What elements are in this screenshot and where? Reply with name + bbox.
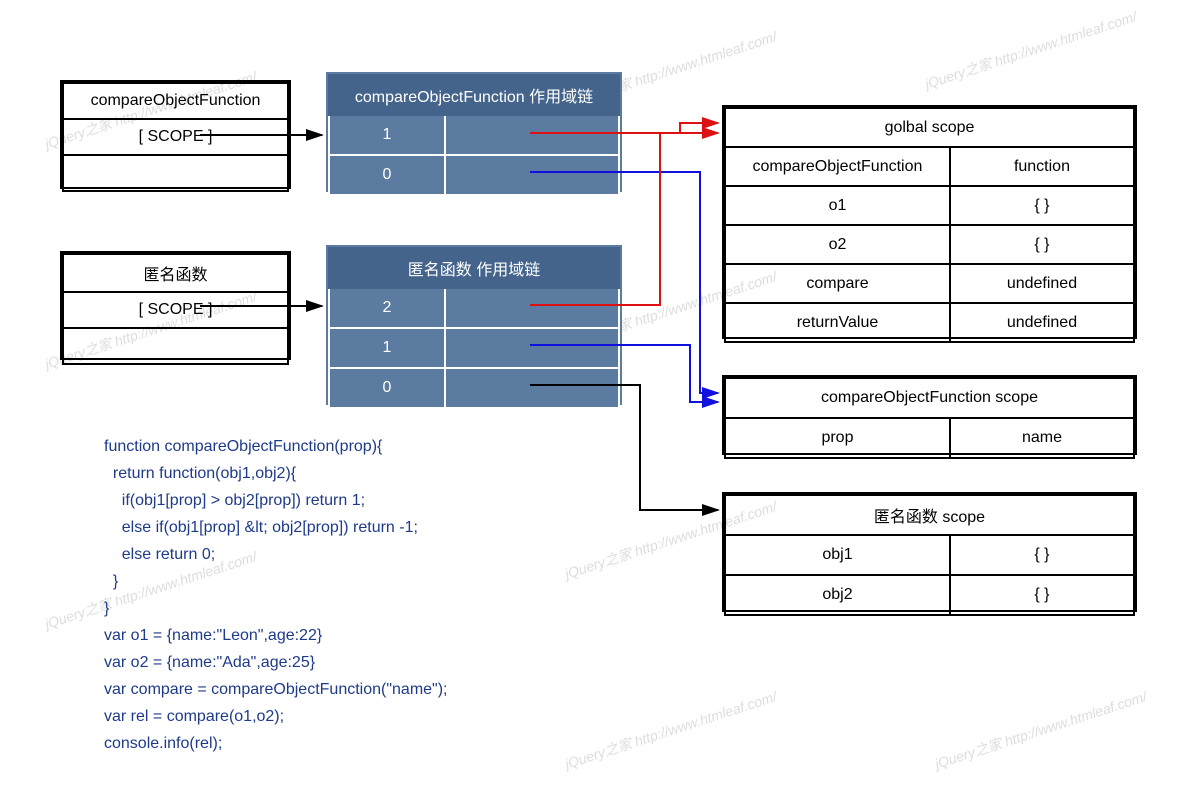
table-cell: obj1	[725, 535, 950, 575]
chain-ref	[445, 288, 619, 328]
chain-ref	[445, 328, 619, 368]
scope-chain-header: 匿名函数 作用域链	[329, 248, 619, 288]
table-cell: o2	[725, 225, 950, 264]
table-cell: { }	[950, 225, 1134, 264]
table-cell: function	[950, 147, 1134, 186]
table-cell: returnValue	[725, 303, 950, 342]
table-header: golbal scope	[725, 108, 1134, 147]
watermark: jQuery之家 http://www.htmleaf.com/	[922, 6, 1139, 94]
scope-label: [ SCOPE ]	[63, 119, 288, 155]
empty-cell	[63, 328, 288, 364]
table-cell: { }	[950, 535, 1134, 575]
chain-ref	[445, 368, 619, 408]
global-scope-table: golbal scope compareObjectFunctionfuncti…	[722, 105, 1137, 339]
chain-index: 1	[329, 328, 445, 368]
scope-chain-2: 匿名函数 作用域链 2 1 0	[326, 245, 622, 405]
empty-cell	[63, 155, 288, 191]
anon-scope-table: 匿名函数 scope obj1{ } obj2{ }	[722, 492, 1137, 612]
scope-chain-header: compareObjectFunction 作用域链	[329, 75, 619, 115]
table-cell: compare	[725, 264, 950, 303]
table-cell: obj2	[725, 575, 950, 615]
anonymous-function-box: 匿名函数 [ SCOPE ]	[60, 251, 291, 360]
chain-ref	[445, 155, 619, 195]
table-cell: name	[950, 418, 1134, 458]
watermark: jQuery之家 http://www.htmleaf.com/	[562, 686, 779, 774]
code-snippet: function compareObjectFunction(prop){ re…	[104, 433, 448, 757]
table-cell: prop	[725, 418, 950, 458]
table-header: 匿名函数 scope	[725, 495, 1134, 535]
cof-scope-table: compareObjectFunction scope propname	[722, 375, 1137, 455]
chain-index: 0	[329, 155, 445, 195]
table-cell: undefined	[950, 264, 1134, 303]
scope-label: [ SCOPE ]	[63, 292, 288, 328]
box-title: 匿名函数	[63, 254, 288, 292]
chain-index: 0	[329, 368, 445, 408]
table-header: compareObjectFunction scope	[725, 378, 1134, 418]
table-cell: undefined	[950, 303, 1134, 342]
chain-ref	[445, 115, 619, 155]
table-cell: o1	[725, 186, 950, 225]
table-cell: { }	[950, 186, 1134, 225]
table-cell: compareObjectFunction	[725, 147, 950, 186]
chain-index: 2	[329, 288, 445, 328]
compare-object-function-box: compareObjectFunction [ SCOPE ]	[60, 80, 291, 189]
scope-chain-1: compareObjectFunction 作用域链 1 0	[326, 72, 622, 192]
box-title: compareObjectFunction	[63, 83, 288, 119]
watermark: jQuery之家 http://www.htmleaf.com/	[932, 686, 1149, 774]
table-cell: { }	[950, 575, 1134, 615]
chain-index: 1	[329, 115, 445, 155]
